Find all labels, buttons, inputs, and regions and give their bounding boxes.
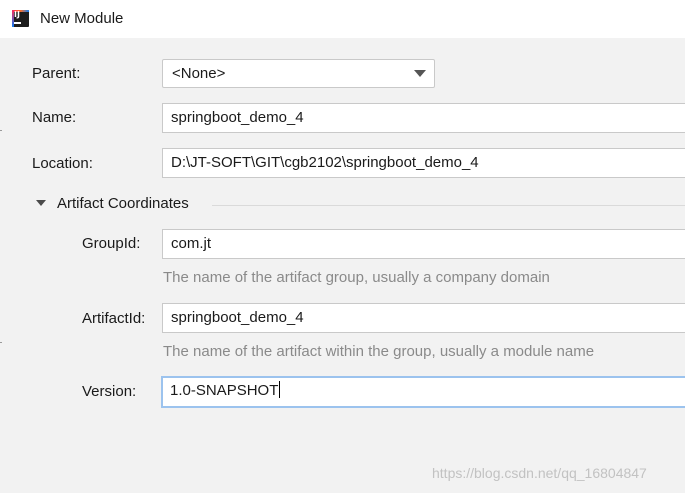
- parent-selected-value: <None>: [172, 65, 226, 82]
- chevron-down-icon[interactable]: [414, 70, 426, 77]
- location-field[interactable]: D:\JT-SOFT\GIT\cgb2102\springboot_demo_4: [162, 148, 685, 178]
- version-field-value: 1.0-SNAPSHOT: [170, 382, 279, 399]
- location-field-value: D:\JT-SOFT\GIT\cgb2102\springboot_demo_4: [171, 154, 479, 171]
- location-label: Location:: [32, 155, 93, 172]
- artifact-id-field-value: springboot_demo_4: [171, 309, 304, 326]
- artifact-coordinates-header[interactable]: Artifact Coordinates: [57, 195, 189, 213]
- title-bar: IJ New Module: [0, 0, 685, 38]
- group-id-field[interactable]: com.jt: [162, 229, 685, 259]
- group-id-label: GroupId:: [82, 235, 141, 252]
- parent-label: Parent:: [32, 65, 81, 82]
- name-field-value: springboot_demo_4: [171, 109, 304, 126]
- text-cursor: [279, 381, 281, 398]
- artifact-id-hint: The name of the artifact within the grou…: [163, 343, 595, 360]
- intellij-idea-icon: IJ: [12, 10, 29, 27]
- section-divider: [212, 205, 685, 206]
- group-id-field-value: com.jt: [171, 235, 212, 252]
- watermark: https://blog.csdn.net/qq_16804847: [432, 465, 647, 481]
- parent-dropdown[interactable]: <None>: [162, 59, 435, 88]
- name-label: Name:: [32, 109, 77, 126]
- window-edge-marker: [0, 342, 2, 343]
- artifact-id-field[interactable]: springboot_demo_4: [162, 303, 685, 333]
- artifact-id-label: ArtifactId:: [82, 310, 146, 327]
- group-id-hint: The name of the artifact group, usually …: [163, 269, 550, 286]
- collapse-triangle-icon[interactable]: [36, 200, 46, 206]
- window-title: New Module: [40, 10, 124, 27]
- name-field[interactable]: springboot_demo_4: [162, 103, 685, 133]
- version-label: Version:: [82, 383, 137, 400]
- window-edge-marker: [0, 130, 2, 131]
- version-field[interactable]: 1.0-SNAPSHOT: [161, 376, 685, 408]
